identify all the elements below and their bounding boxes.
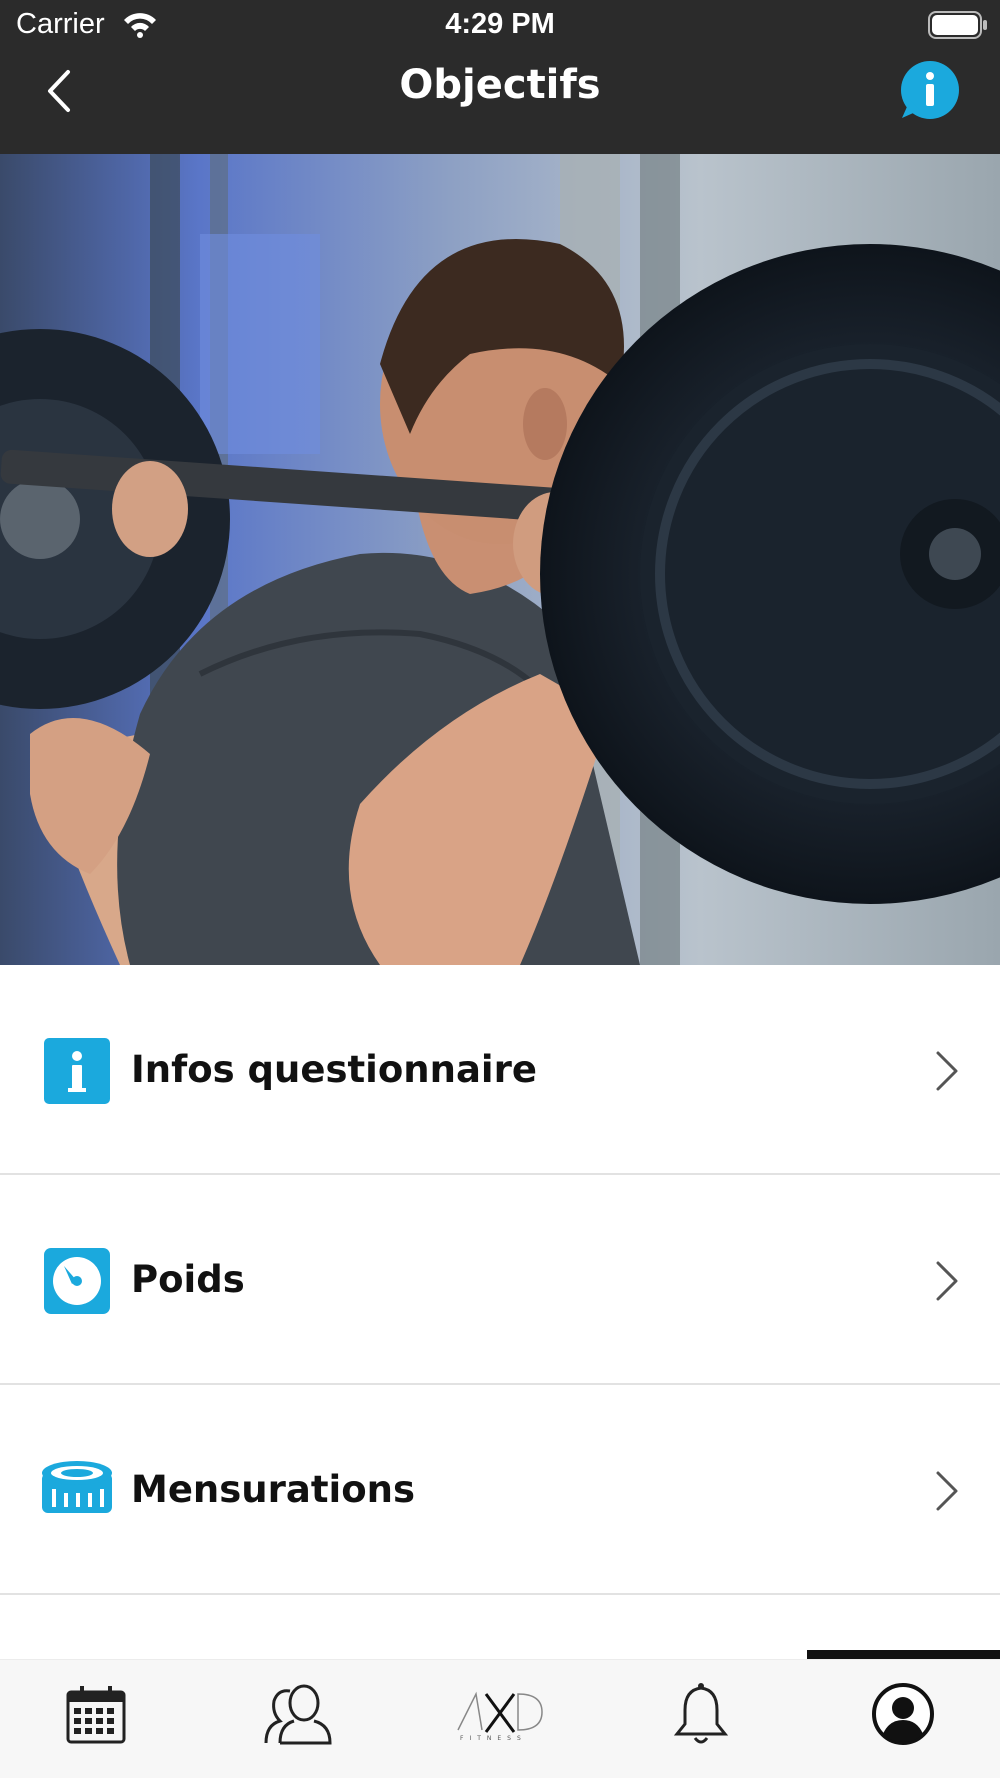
group-icon bbox=[264, 1684, 332, 1745]
calendar-icon bbox=[66, 1686, 126, 1744]
tab-profile[interactable] bbox=[853, 1674, 953, 1754]
profile-icon bbox=[872, 1683, 934, 1745]
tab-calendar[interactable] bbox=[46, 1674, 146, 1754]
tab-group[interactable] bbox=[248, 1674, 348, 1754]
hero-image bbox=[0, 154, 1000, 965]
bell-icon bbox=[673, 1683, 729, 1744]
menu-item-poids[interactable]: Poids bbox=[0, 1175, 1000, 1385]
menu-item-mensurations[interactable]: Mensurations bbox=[0, 1385, 1000, 1595]
tab-home-logo[interactable]: FITNESS bbox=[450, 1674, 550, 1754]
chevron-right-icon bbox=[936, 1261, 958, 1301]
menu-item-label: Infos questionnaire bbox=[131, 1048, 537, 1091]
menu-list: Infos questionnaire Poids Mensurations bbox=[0, 965, 1000, 1595]
tab-bar: FITNESS bbox=[0, 1659, 1000, 1778]
svg-text:FITNESS: FITNESS bbox=[460, 1735, 527, 1742]
menu-item-label: Poids bbox=[131, 1258, 245, 1301]
info-bubble-icon[interactable] bbox=[896, 60, 960, 122]
scale-icon bbox=[44, 1248, 110, 1314]
menu-item-label: Mensurations bbox=[131, 1468, 415, 1511]
status-time: 4:29 PM bbox=[445, 8, 555, 40]
chevron-right-icon bbox=[936, 1471, 958, 1511]
menu-item-infos-questionnaire[interactable]: Infos questionnaire bbox=[0, 965, 1000, 1175]
header: Carrier 4:29 PM Objectifs bbox=[0, 0, 1000, 154]
battery-icon bbox=[928, 11, 987, 39]
measuring-tape-icon bbox=[42, 1461, 112, 1513]
page-title: Objectifs bbox=[399, 62, 601, 108]
info-square-icon bbox=[44, 1038, 110, 1104]
chevron-right-icon bbox=[936, 1051, 958, 1091]
tab-notifications[interactable] bbox=[651, 1674, 751, 1754]
axd-fitness-logo: FITNESS bbox=[457, 1691, 543, 1742]
tab-selected-indicator bbox=[807, 1650, 1000, 1659]
